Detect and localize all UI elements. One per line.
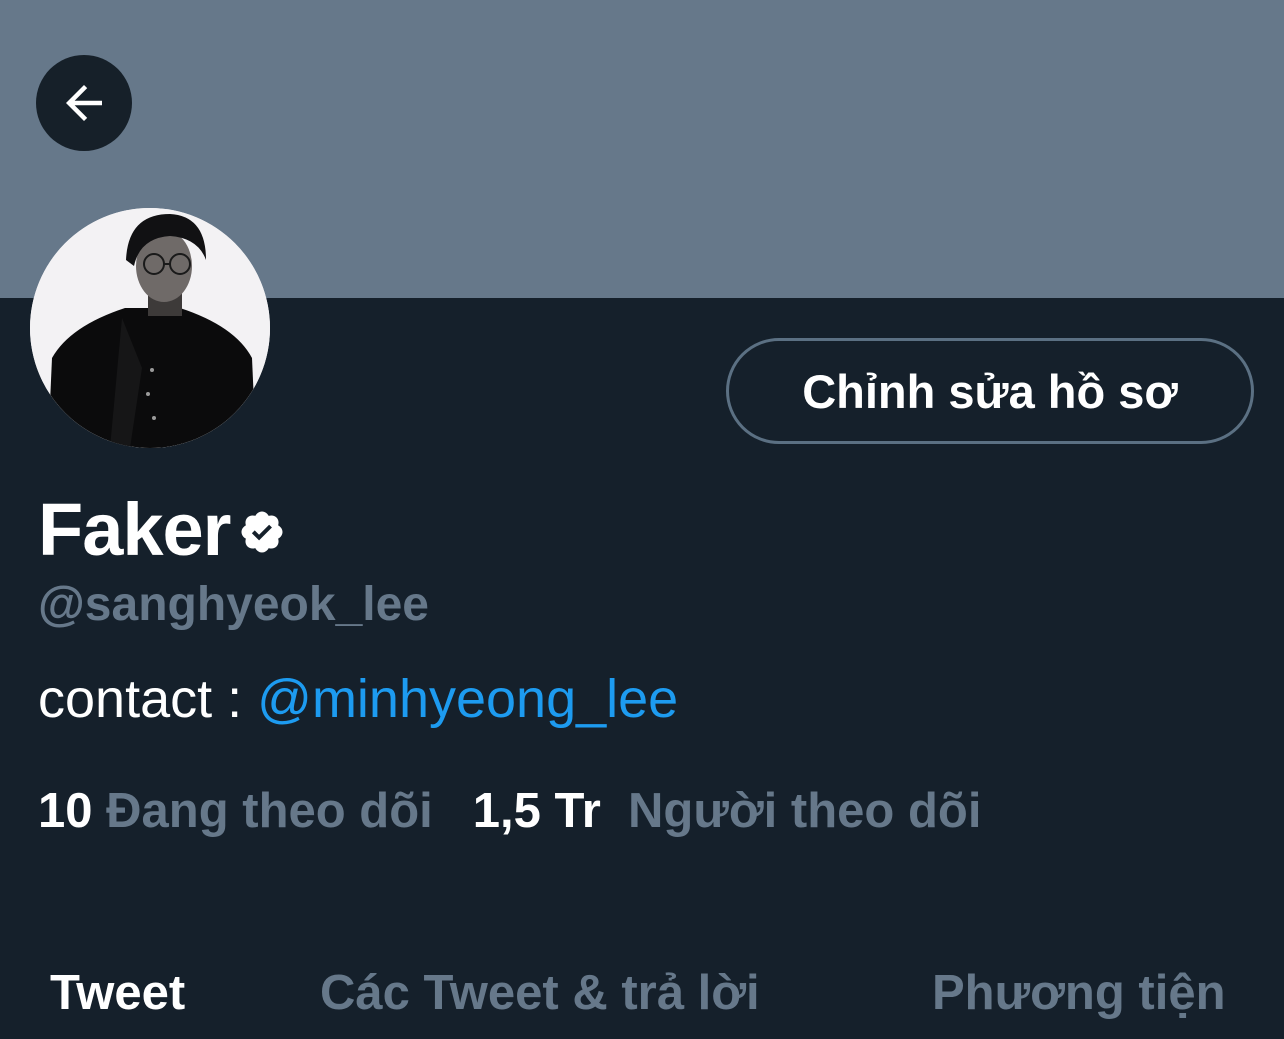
tab-media[interactable]: Phương tiện	[932, 962, 1226, 1024]
verified-badge-icon	[241, 511, 283, 553]
bio: contact : @minhyeong_lee	[38, 668, 678, 730]
edit-profile-label: Chỉnh sửa hồ sơ	[802, 364, 1178, 418]
followers-count: 1,5 Tr	[472, 784, 601, 838]
follow-stats: 10 Đang theo dõi 1,5 Tr Người theo dõi	[38, 782, 981, 840]
tab-tweets[interactable]: Tweet	[50, 962, 185, 1024]
bio-mention-link[interactable]: @minhyeong_lee	[257, 669, 678, 729]
back-button[interactable]	[36, 55, 132, 151]
bio-text: contact :	[38, 669, 258, 729]
arrow-left-icon	[66, 85, 102, 121]
following-stat[interactable]: 10 Đang theo dõi	[38, 784, 433, 838]
profile-tabs: Tweet Các Tweet & trả lời Phương tiện	[0, 962, 1284, 1032]
avatar-photo	[30, 208, 270, 448]
following-label: Đang theo dõi	[106, 784, 433, 838]
profile-page: Chỉnh sửa hồ sơ Faker @sanghyeok_lee con…	[0, 0, 1284, 1039]
user-handle: @sanghyeok_lee	[38, 578, 429, 631]
tab-tweets-and-replies[interactable]: Các Tweet & trả lời	[320, 962, 760, 1024]
followers-label: Người theo dõi	[628, 784, 982, 838]
edit-profile-button[interactable]: Chỉnh sửa hồ sơ	[726, 338, 1254, 444]
display-name: Faker	[38, 488, 231, 571]
followers-stat[interactable]: 1,5 Tr Người theo dõi	[473, 784, 982, 838]
display-name-row: Faker	[38, 488, 286, 572]
following-count: 10	[38, 784, 93, 838]
avatar[interactable]	[30, 208, 270, 448]
